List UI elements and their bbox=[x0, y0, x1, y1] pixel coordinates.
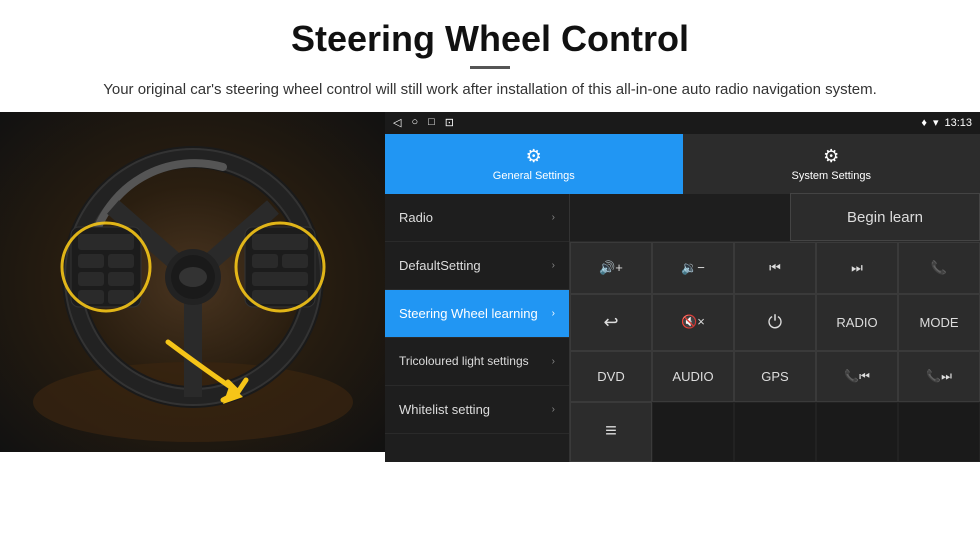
tel-next-button[interactable]: 📞⏭ bbox=[898, 351, 980, 402]
nav-home-icon[interactable]: ○ bbox=[411, 116, 418, 129]
menu-radio-label: Radio bbox=[399, 210, 433, 225]
time-display: 13:13 bbox=[944, 117, 972, 129]
system-settings-icon: ⚙ bbox=[823, 146, 839, 167]
audio-label: AUDIO bbox=[672, 369, 713, 384]
car-background bbox=[0, 112, 385, 452]
mute-icon: 🔇× bbox=[681, 314, 705, 330]
tab-system-label: System Settings bbox=[792, 170, 871, 182]
general-settings-icon: ⚙ bbox=[526, 146, 542, 167]
vol-up-button[interactable]: 🔊+ bbox=[570, 242, 652, 294]
power-button[interactable]: ⏻ bbox=[734, 294, 816, 351]
empty-area bbox=[570, 194, 790, 241]
car-image-section bbox=[0, 112, 385, 452]
chevron-icon: › bbox=[552, 260, 555, 271]
begin-learn-button[interactable]: Begin learn bbox=[790, 193, 980, 241]
vol-down-icon: 🔉− bbox=[681, 260, 705, 276]
answer-icon: ↩ bbox=[603, 312, 618, 333]
menu-item-radio[interactable]: Radio › bbox=[385, 194, 569, 242]
main-content: Radio › DefaultSetting › Steering Wheel … bbox=[385, 194, 980, 462]
left-menu: Radio › DefaultSetting › Steering Wheel … bbox=[385, 194, 570, 462]
tel-next-icon: 📞⏭ bbox=[926, 369, 952, 384]
dvd-button[interactable]: DVD bbox=[570, 351, 652, 402]
mode-button[interactable]: MODE bbox=[898, 294, 980, 351]
tel-prev-icon: 📞⏮ bbox=[844, 369, 870, 384]
vol-down-button[interactable]: 🔉− bbox=[652, 242, 734, 294]
menu-item-steering[interactable]: Steering Wheel learning › bbox=[385, 290, 569, 338]
vol-up-icon: 🔊+ bbox=[599, 260, 623, 276]
gps-button[interactable]: GPS bbox=[734, 351, 816, 402]
empty-cell-2 bbox=[652, 402, 734, 461]
menu-whitelist-label: Whitelist setting bbox=[399, 402, 490, 417]
nav-cast-icon[interactable]: ⊡ bbox=[445, 116, 454, 129]
prev-track-icon: ⏮ bbox=[769, 260, 781, 276]
right-top-row: Begin learn bbox=[570, 194, 980, 242]
empty-cell-5 bbox=[898, 402, 980, 461]
subtitle: Your original car's steering wheel contr… bbox=[60, 79, 920, 102]
next-track-button[interactable]: ⏭ bbox=[816, 242, 898, 294]
empty-cell-4 bbox=[816, 402, 898, 461]
answer-button[interactable]: ↩ bbox=[570, 294, 652, 351]
chevron-icon: › bbox=[552, 308, 555, 319]
steering-wheel-svg bbox=[23, 122, 363, 442]
playlist-button[interactable]: ≡ bbox=[570, 402, 652, 461]
mode-label: MODE bbox=[920, 315, 959, 330]
menu-item-default[interactable]: DefaultSetting › bbox=[385, 242, 569, 290]
chevron-icon: › bbox=[552, 212, 555, 223]
wifi-icon: ▾ bbox=[933, 116, 939, 129]
content-row: ◁ ○ □ ⊡ ♦ ▾ 13:13 ⚙ General Settings bbox=[0, 112, 980, 462]
empty-cell-3 bbox=[734, 402, 816, 461]
phone-icon: 📞 bbox=[931, 260, 947, 276]
chevron-icon: › bbox=[552, 356, 555, 367]
radio-btn-button[interactable]: RADIO bbox=[816, 294, 898, 351]
chevron-icon: › bbox=[552, 404, 555, 415]
audio-button[interactable]: AUDIO bbox=[652, 351, 734, 402]
right-panel: Begin learn 🔊+ 🔉− ⏮ bbox=[570, 194, 980, 462]
menu-default-label: DefaultSetting bbox=[399, 258, 481, 273]
menu-steering-label: Steering Wheel learning bbox=[399, 306, 538, 321]
tab-system[interactable]: ⚙ System Settings bbox=[683, 134, 980, 194]
phone-button[interactable]: 📞 bbox=[898, 242, 980, 294]
prev-track-button[interactable]: ⏮ bbox=[734, 242, 816, 294]
tel-prev-button[interactable]: 📞⏮ bbox=[816, 351, 898, 402]
page-wrapper: Steering Wheel Control Your original car… bbox=[0, 0, 980, 462]
menu-item-tricoloured[interactable]: Tricoloured light settings › bbox=[385, 338, 569, 386]
nav-back-icon[interactable]: ◁ bbox=[393, 116, 401, 129]
power-icon: ⏻ bbox=[768, 312, 782, 333]
button-grid: 🔊+ 🔉− ⏮ ⏭ 📞 bbox=[570, 242, 980, 462]
nav-recent-icon[interactable]: □ bbox=[428, 116, 435, 129]
status-bar: ◁ ○ □ ⊡ ♦ ▾ 13:13 bbox=[385, 112, 980, 134]
dvd-label: DVD bbox=[597, 369, 624, 384]
title-divider bbox=[470, 66, 510, 69]
next-track-icon: ⏭ bbox=[851, 260, 863, 276]
tab-bar: ⚙ General Settings ⚙ System Settings bbox=[385, 134, 980, 194]
signal-icon: ♦ bbox=[921, 117, 927, 129]
menu-item-whitelist[interactable]: Whitelist setting › bbox=[385, 386, 569, 434]
radio-btn-label: RADIO bbox=[836, 315, 877, 330]
gps-label: GPS bbox=[761, 369, 788, 384]
page-title: Steering Wheel Control bbox=[60, 18, 920, 60]
tab-general[interactable]: ⚙ General Settings bbox=[385, 134, 683, 194]
status-indicators: ♦ ▾ 13:13 bbox=[921, 116, 972, 129]
playlist-icon: ≡ bbox=[605, 420, 617, 443]
top-section: Steering Wheel Control Your original car… bbox=[0, 0, 980, 112]
tab-general-label: General Settings bbox=[493, 170, 575, 182]
menu-tricoloured-label: Tricoloured light settings bbox=[399, 354, 529, 368]
nav-buttons: ◁ ○ □ ⊡ bbox=[393, 116, 454, 129]
mute-button[interactable]: 🔇× bbox=[652, 294, 734, 351]
android-panel: ◁ ○ □ ⊡ ♦ ▾ 13:13 ⚙ General Settings bbox=[385, 112, 980, 462]
